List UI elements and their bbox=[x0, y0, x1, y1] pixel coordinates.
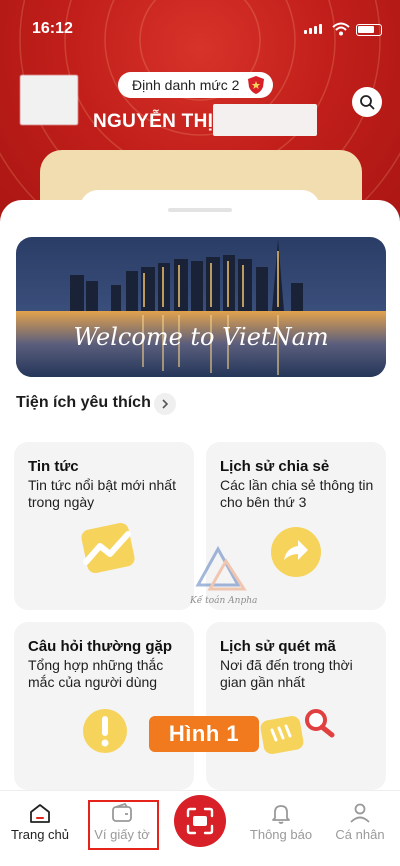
exclamation-icon bbox=[83, 709, 127, 753]
tile-title: Lịch sử chia sẻ bbox=[220, 458, 330, 475]
user-name: NGUYỄN THỊ bbox=[93, 111, 214, 132]
tile-title: Câu hỏi thường gặp bbox=[28, 638, 173, 655]
shield-star-icon bbox=[248, 76, 265, 94]
search-icon bbox=[360, 95, 375, 110]
share-arrow-icon bbox=[271, 527, 321, 577]
nav-profile[interactable]: Cá nhân bbox=[320, 791, 400, 851]
status-time: 16:12 bbox=[32, 20, 73, 37]
nav-label: Trang chủ bbox=[10, 827, 70, 842]
status-bar: 16:12 bbox=[0, 0, 400, 40]
tile-description: Các lần chia sẻ thông tin cho bên thứ 3 bbox=[220, 477, 374, 510]
favorites-more-button[interactable] bbox=[154, 393, 176, 415]
tile-faq[interactable]: Câu hỏi thường gặp Tổng hợp những thắc m… bbox=[14, 622, 194, 790]
figure-callout-label: Hình 1 bbox=[149, 716, 259, 752]
wifi-icon bbox=[332, 22, 350, 36]
banner-caption: Welcome to VietNam bbox=[73, 323, 328, 351]
avatar[interactable] bbox=[20, 75, 78, 125]
search-button[interactable] bbox=[352, 87, 382, 117]
identity-level-badge[interactable]: Định danh mức 2 bbox=[118, 72, 274, 98]
tile-news[interactable]: Tin tức Tin tức nổi bật mới nhất trong n… bbox=[14, 442, 194, 610]
nav-label: Thông báo bbox=[249, 827, 313, 842]
highlight-annotation-box bbox=[88, 800, 159, 850]
home-icon bbox=[30, 804, 50, 823]
scan-qr-button[interactable] bbox=[174, 795, 226, 847]
trending-chart-icon bbox=[81, 522, 135, 574]
tile-description: Tổng hợp những thắc mắc của người dùng bbox=[28, 657, 164, 690]
chevron-right-icon bbox=[162, 399, 169, 409]
bell-icon bbox=[272, 805, 290, 824]
battery-icon bbox=[356, 24, 382, 36]
tile-title: Lịch sử quét mã bbox=[220, 638, 336, 655]
nav-notifications[interactable]: Thông báo bbox=[241, 791, 321, 851]
welcome-banner[interactable]: Welcome to VietNam bbox=[16, 237, 386, 377]
scan-icon bbox=[186, 807, 214, 835]
favorites-title: Tiện ích yêu thích bbox=[16, 394, 151, 411]
nav-label: Cá nhân bbox=[335, 827, 385, 842]
signal-icon bbox=[304, 24, 322, 34]
tile-description: Tin tức nổi bật mới nhất trong ngày bbox=[28, 477, 176, 510]
tile-title: Tin tức bbox=[28, 458, 79, 475]
tile-scan-history[interactable]: Lịch sử quét mã Nơi đã đến trong thời gi… bbox=[206, 622, 386, 790]
tile-description: Nơi đã đến trong thời gian gần nhất bbox=[220, 657, 353, 690]
brand-logo-watermark: Kế toán Anpha bbox=[189, 545, 257, 606]
nav-home[interactable]: Trang chủ bbox=[0, 791, 80, 851]
redacted-name-block bbox=[213, 104, 317, 136]
city-skyline-image: Welcome to VietNam bbox=[16, 237, 386, 377]
sheet-grabber[interactable] bbox=[168, 208, 232, 212]
identity-level-label: Định danh mức 2 bbox=[132, 77, 240, 93]
scan-history-icon bbox=[260, 709, 335, 754]
watermark-text: Kế toán Anpha bbox=[189, 595, 257, 606]
person-icon bbox=[350, 803, 370, 823]
